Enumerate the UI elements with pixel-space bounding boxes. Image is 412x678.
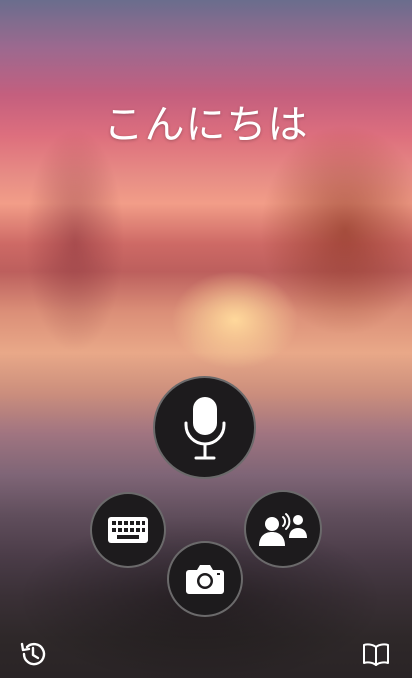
microphone-icon: [181, 393, 229, 463]
conversation-icon: [259, 512, 307, 546]
history-icon: [19, 640, 47, 668]
conversation-button[interactable]: [244, 490, 322, 568]
history-button[interactable]: [17, 638, 49, 670]
phrasebook-button[interactable]: [360, 638, 392, 670]
camera-icon: [186, 564, 224, 594]
keyboard-icon: [108, 517, 148, 543]
keyboard-button[interactable]: [90, 492, 166, 568]
greeting-text: こんにちは: [103, 102, 309, 148]
phrasebook-icon: [362, 642, 390, 666]
microphone-button[interactable]: [153, 376, 256, 479]
camera-button[interactable]: [167, 541, 243, 617]
